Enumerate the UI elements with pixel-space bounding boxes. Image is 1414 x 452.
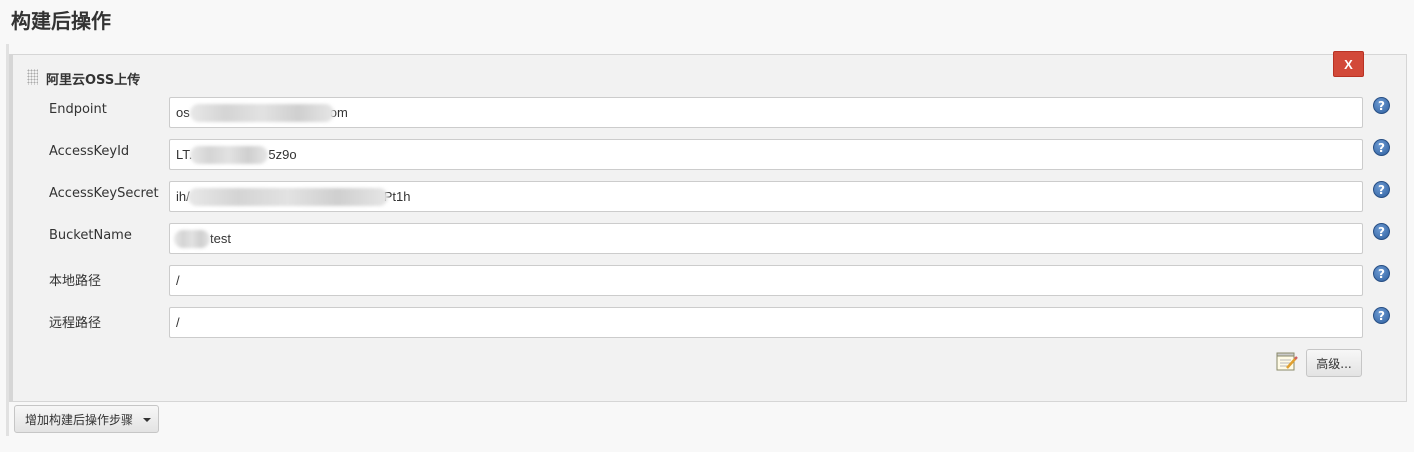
help-icon[interactable]: ?	[1373, 307, 1390, 324]
help-icon[interactable]: ?	[1373, 139, 1390, 156]
add-post-build-step-button[interactable]: 增加构建后操作步骤	[14, 405, 159, 433]
redaction-blur	[190, 104, 334, 122]
bucketname-label: BucketName	[49, 228, 132, 243]
help-icon[interactable]: ?	[1373, 181, 1390, 198]
field-row-bucketname: BucketName test ?	[0, 223, 1414, 255]
local-path-label: 本地路径	[49, 274, 102, 289]
help-icon[interactable]: ?	[1373, 265, 1390, 282]
redaction-blur	[190, 146, 268, 164]
notepad-icon[interactable]	[1276, 352, 1298, 372]
add-step-label: 增加构建后操作步骤	[25, 412, 134, 427]
redaction-blur	[174, 230, 210, 248]
endpoint-input[interactable]: os om	[169, 97, 1363, 128]
redaction-blur	[188, 188, 388, 206]
field-row-endpoint: Endpoint os om ?	[0, 97, 1414, 129]
local-path-value: /	[176, 273, 180, 288]
bucketname-input[interactable]: test	[169, 223, 1363, 254]
accesskeyid-input[interactable]: LT. 5z9o	[169, 139, 1363, 170]
accesskeyid-label: AccessKeyId	[49, 144, 130, 159]
help-icon[interactable]: ?	[1373, 223, 1390, 240]
remote-path-input[interactable]: /	[169, 307, 1363, 338]
accesskeyid-value-suffix: 5z9o	[268, 147, 297, 162]
field-row-remote-path: 远程路径 / ?	[0, 307, 1414, 339]
drag-handle-icon[interactable]	[27, 69, 38, 85]
accesskeysecret-input[interactable]: ih/Pt1h	[169, 181, 1363, 212]
field-row-accesskeysecret: AccessKeySecret ih/Pt1h ?	[0, 181, 1414, 213]
endpoint-label: Endpoint	[49, 102, 107, 117]
endpoint-value-prefix: os	[176, 105, 190, 120]
field-row-accesskeyid: AccessKeyId LT. 5z9o ?	[0, 139, 1414, 171]
section-title: 构建后操作	[11, 9, 111, 33]
remote-path-label: 远程路径	[49, 316, 102, 331]
dropdown-caret-icon	[143, 418, 151, 422]
accesskeysecret-label: AccessKeySecret	[49, 186, 159, 201]
local-path-input[interactable]: /	[169, 265, 1363, 296]
advanced-button[interactable]: 高级...	[1306, 349, 1362, 377]
panel-title: 阿里云OSS上传	[46, 73, 141, 88]
field-row-local-path: 本地路径 / ?	[0, 265, 1414, 297]
bucketname-value-suffix: test	[210, 231, 231, 246]
remote-path-value: /	[176, 315, 180, 330]
help-icon[interactable]: ?	[1373, 97, 1390, 114]
delete-step-button[interactable]: X	[1333, 51, 1364, 77]
